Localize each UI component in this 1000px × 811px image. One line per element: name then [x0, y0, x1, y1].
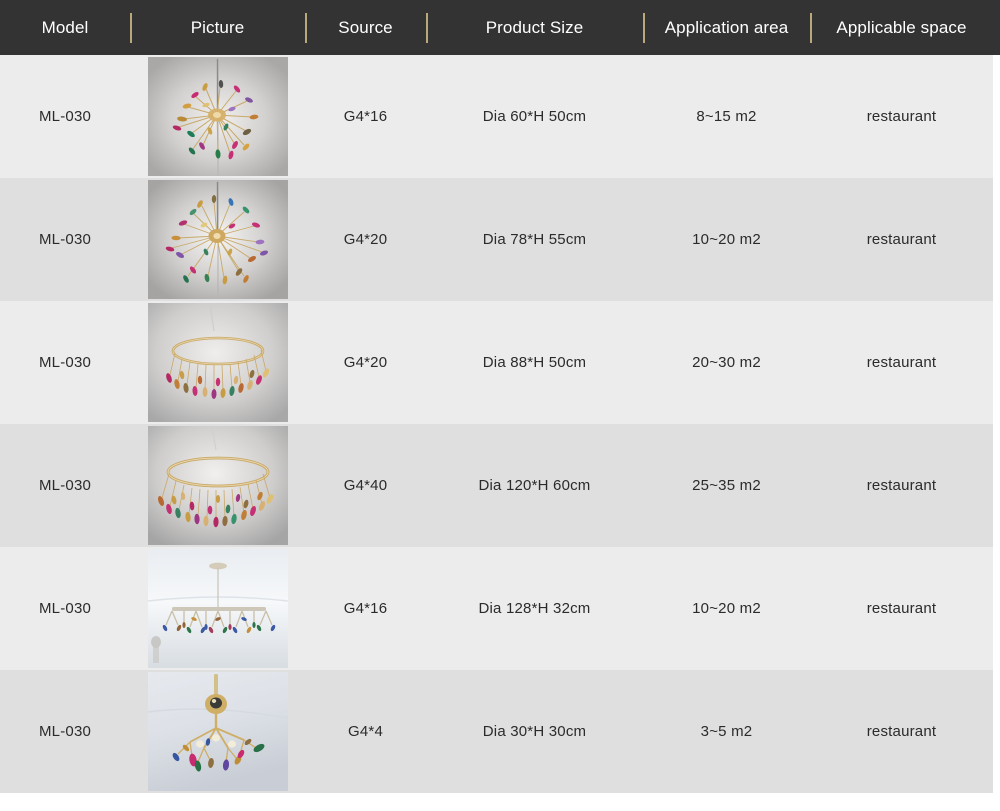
cell-model: ML-030: [38, 477, 92, 494]
cell-picture: [130, 547, 305, 670]
cell-model: ML-030: [38, 231, 92, 248]
table-body: ML-030 G4*16 Dia 60*H 50cm 8~15 m2 resta…: [0, 55, 1000, 793]
cell-product-size: Dia 60*H 50cm: [482, 108, 587, 125]
product-photo-sphere-small: [147, 57, 288, 176]
product-photo-large-ring: [147, 426, 288, 545]
product-photo-single-ring: [147, 303, 288, 422]
cell-picture: [130, 424, 305, 547]
product-photo-linear-bar: [147, 549, 288, 668]
cell-product-size: Dia 120*H 60cm: [478, 477, 591, 494]
product-photo-four-light: [147, 672, 288, 791]
row-gutter: [993, 424, 1000, 547]
cell-source: G4*20: [343, 231, 388, 248]
cell-picture: [130, 55, 305, 178]
column-header-product-size: Product Size: [426, 0, 643, 55]
cell-product-size: Dia 78*H 55cm: [482, 231, 587, 248]
row-gutter: [993, 301, 1000, 424]
table-row: ML-030: [0, 670, 1000, 793]
cell-source: G4*4: [348, 723, 383, 740]
cell-product-size: Dia 128*H 32cm: [478, 600, 591, 617]
table-row: ML-030: [0, 424, 1000, 547]
cell-model: ML-030: [38, 600, 92, 617]
cell-applicable-space: restaurant: [866, 108, 937, 125]
cell-source: G4*16: [343, 600, 388, 617]
column-header-source: Source: [305, 0, 426, 55]
cell-applicable-space: restaurant: [866, 600, 937, 617]
cell-source: G4*40: [343, 477, 388, 494]
column-header-picture: Picture: [130, 0, 305, 55]
cell-application-area: 8~15 m2: [696, 108, 757, 125]
cell-product-size: Dia 88*H 50cm: [482, 354, 587, 371]
column-header-applicable-space: Applicable space: [810, 0, 993, 55]
column-header-application-area: Application area: [643, 0, 810, 55]
cell-application-area: 10~20 m2: [692, 231, 761, 248]
cell-model: ML-030: [38, 723, 92, 740]
cell-application-area: 25~35 m2: [692, 477, 761, 494]
cell-applicable-space: restaurant: [866, 477, 937, 494]
cell-applicable-space: restaurant: [866, 723, 937, 740]
table-header-row: Model Picture Source Product Size Applic…: [0, 0, 1000, 55]
cell-picture: [130, 301, 305, 424]
bottom-white-strip: [0, 796, 1000, 811]
product-photo-sphere-medium: [147, 180, 288, 299]
cell-source: G4*20: [343, 354, 388, 371]
table-row: ML-030: [0, 301, 1000, 424]
cell-source: G4*16: [343, 108, 388, 125]
row-gutter: [993, 55, 1000, 178]
cell-model: ML-030: [38, 108, 92, 125]
cell-application-area: 10~20 m2: [692, 600, 761, 617]
column-header-model: Model: [41, 17, 89, 37]
cell-picture: [130, 670, 305, 793]
cell-product-size: Dia 30*H 30cm: [482, 723, 587, 740]
cell-picture: [130, 178, 305, 301]
table-row: ML-030: [0, 55, 1000, 178]
table-row: ML-030: [0, 178, 1000, 301]
row-gutter: [993, 547, 1000, 670]
row-gutter: [993, 178, 1000, 301]
cell-application-area: 3~5 m2: [700, 723, 753, 740]
cell-model: ML-030: [38, 354, 92, 371]
cell-applicable-space: restaurant: [866, 231, 937, 248]
table-row: ML-030: [0, 547, 1000, 670]
row-gutter: [993, 670, 1000, 793]
product-specification-table: Model Picture Source Product Size Applic…: [0, 0, 1000, 793]
cell-application-area: 20~30 m2: [692, 354, 761, 371]
cell-applicable-space: restaurant: [866, 354, 937, 371]
table-header: Model Picture Source Product Size Applic…: [0, 0, 1000, 55]
header-gutter: [993, 0, 1000, 55]
